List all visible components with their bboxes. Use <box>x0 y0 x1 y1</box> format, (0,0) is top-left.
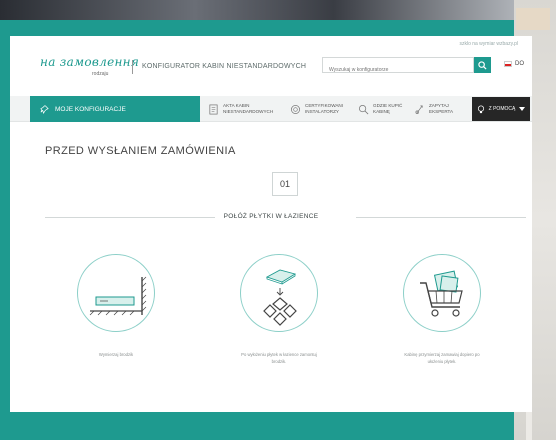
section-rule-right <box>356 217 526 218</box>
step-card-circle <box>77 254 155 332</box>
my-configurations-label: MOJE KONFIGURACJE <box>55 105 126 113</box>
help-label: Z POMOCĄ <box>488 106 516 112</box>
nav-item-label: KABINĘ <box>373 109 390 114</box>
logo-subtext: rodzaju <box>92 71 109 77</box>
nav-item-installers[interactable]: CERTYFIKOWANI INSTALATORZY <box>290 96 343 122</box>
caption-line: brodzik. <box>271 358 287 364</box>
main-nav: MOJE KONFIGURACJE AKTA KABIN NIESTANDARDO… <box>10 96 532 122</box>
search-input[interactable] <box>323 63 473 77</box>
nav-item-label: NIESTANDARDOWYCH <box>223 109 274 114</box>
background-photo-object <box>516 8 550 30</box>
step-card-circle <box>240 254 318 332</box>
step-card-caption: Kabinę przymierzaj zamawiaj dopiero po u… <box>372 352 512 365</box>
search-field[interactable] <box>322 57 474 77</box>
caret-down-icon <box>519 107 526 111</box>
language-switch[interactable]: DO <box>504 61 524 67</box>
search-icon <box>478 60 487 70</box>
step-card-caption: Wymierzaj brodzik <box>46 352 186 359</box>
lightbulb-icon <box>477 105 484 113</box>
expert-icon <box>415 104 423 114</box>
step-card-caption: Po wyłożeniu płytek w łazience zamontuj … <box>209 352 349 365</box>
shopping-cart-icon <box>420 270 463 317</box>
step-number: 01 <box>272 172 298 196</box>
language-label: DO <box>515 61 524 67</box>
help-button[interactable]: Z POMOCĄ <box>472 97 530 121</box>
step-card-circle <box>403 254 481 332</box>
top-link[interactable]: szklo na wymiar wzbazy.pl <box>459 41 518 47</box>
shower-tray-icon <box>89 276 147 316</box>
nav-item-cabin-files[interactable]: AKTA KABIN NIESTANDARDOWYCH <box>208 96 273 122</box>
tiles-icon <box>263 269 297 326</box>
site-header: szklo na wymiar wzbazy.pl на замовлення … <box>10 36 532 92</box>
document-icon <box>209 104 218 114</box>
site-logo[interactable]: на замовлення <box>40 55 139 69</box>
nav-item-label: INSTALATORZY <box>305 109 339 114</box>
nav-item-where-to-buy[interactable]: GDZIE KUPIĆ KABINĘ <box>358 96 402 122</box>
certificate-icon <box>291 104 300 114</box>
header-divider <box>132 60 133 74</box>
nav-item-label: EKSPERTA <box>429 109 454 114</box>
pin-icon <box>40 105 49 114</box>
background-teal-band <box>0 412 514 440</box>
browser-screen: szklo na wymiar wzbazy.pl на замовлення … <box>10 36 532 412</box>
nav-item-ask-expert[interactable]: ZAPYTAJ EKSPERTA <box>414 96 453 122</box>
page-title: PRZED WYSŁANIEM ZAMÓWIENIA <box>45 145 236 157</box>
flag-icon <box>504 61 512 67</box>
search-button[interactable] <box>474 57 491 73</box>
caption-line: Wymierzaj brodzik <box>98 352 134 357</box>
my-configurations-button[interactable]: MOJE KONFIGURACJE <box>30 96 200 122</box>
location-search-icon <box>359 104 369 114</box>
caption-line: ułożeniu płytek. <box>427 358 457 364</box>
background-photo-top <box>0 0 556 20</box>
site-tagline: KONFIGURATOR KABIN NIESTANDARDOWYCH <box>142 63 307 70</box>
